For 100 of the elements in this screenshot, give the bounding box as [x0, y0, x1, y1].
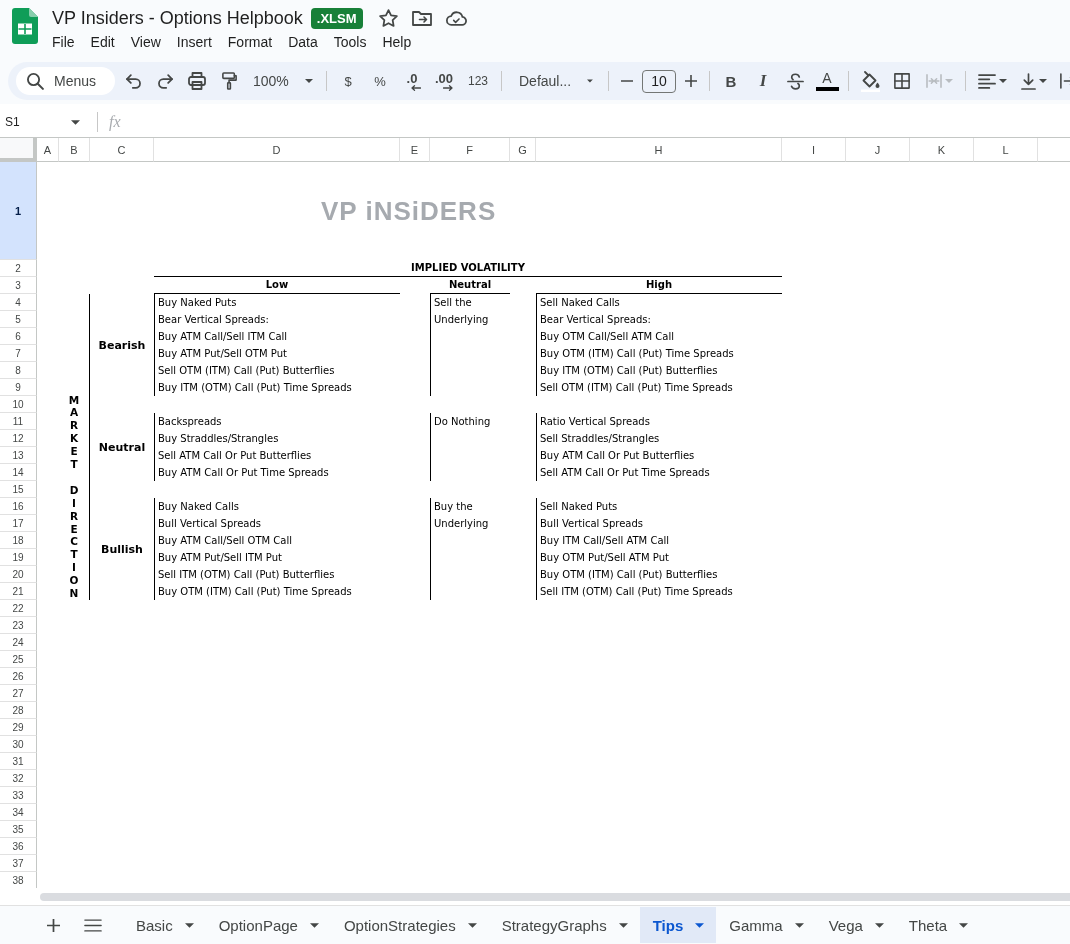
row-header[interactable]: 26 [0, 668, 37, 685]
row-header[interactable]: 33 [0, 787, 37, 804]
menu-item[interactable]: Format [219, 31, 281, 53]
menu-item[interactable]: Insert [168, 31, 220, 53]
strategy-text: Sell ITM (OTM) Call (Put) Butterflies [158, 568, 335, 582]
menu-icon [84, 918, 102, 932]
row-header[interactable]: 1 [0, 162, 37, 260]
cloud-check-icon[interactable] [445, 10, 467, 26]
font-dropdown[interactable]: Defaul... [509, 67, 601, 95]
move-folder-icon[interactable] [411, 10, 432, 26]
plus-icon [46, 918, 60, 932]
row-header[interactable]: 16 [0, 498, 37, 515]
row-header[interactable]: 2 [0, 260, 37, 277]
caret-icon [309, 922, 319, 928]
sheet-tab[interactable]: Tips [639, 907, 717, 943]
column-header[interactable]: G [510, 138, 536, 162]
search-menus-button[interactable]: Menus [16, 67, 115, 95]
row-header[interactable]: 25 [0, 651, 37, 668]
row-header[interactable]: 10 [0, 396, 37, 413]
row-header[interactable]: 21 [0, 583, 37, 600]
column-header[interactable]: F [430, 138, 510, 162]
star-icon[interactable] [378, 9, 398, 27]
direction-label: Bullish [100, 541, 144, 558]
strategy-text: Sell Straddles/Strangles [540, 432, 660, 446]
column-header[interactable]: K [910, 138, 974, 162]
horizontal-scrollbar[interactable] [40, 892, 1070, 901]
row-header[interactable]: 6 [0, 328, 37, 345]
percent-format-button[interactable]: % [366, 67, 394, 95]
menu-item[interactable]: Tools [325, 31, 375, 53]
row-header[interactable]: 7 [0, 345, 37, 362]
italic-button[interactable]: I [749, 67, 777, 95]
caret-icon [467, 922, 477, 928]
row-header[interactable]: 11 [0, 413, 37, 430]
menu-item[interactable]: File [44, 31, 83, 53]
row-header[interactable]: 8 [0, 362, 37, 379]
font-size-field[interactable]: 10 [642, 69, 676, 93]
row-header[interactable]: 4 [0, 294, 37, 311]
sheet-tab[interactable]: StrategyGraphs [488, 907, 640, 943]
row-header[interactable]: 13 [0, 447, 37, 464]
sheet-tab[interactable]: OptionPage [205, 907, 331, 943]
column-header[interactable]: I [782, 138, 846, 162]
row-header[interactable]: 30 [0, 736, 37, 753]
column-header[interactable]: E [400, 138, 430, 162]
row-header[interactable]: 23 [0, 617, 37, 634]
column-header[interactable]: H [536, 138, 782, 162]
column-header[interactable]: J [846, 138, 910, 162]
sheet-tab[interactable]: Theta [895, 907, 981, 943]
row-header[interactable]: 22 [0, 600, 37, 617]
increase-decimal-button[interactable]: .00 [430, 67, 458, 95]
row-header[interactable]: 15 [0, 481, 37, 498]
strategy-text: Sell Naked Puts [540, 500, 618, 514]
column-header[interactable]: L [974, 138, 1038, 162]
row-header[interactable]: 35 [0, 821, 37, 838]
menu-item[interactable]: View [122, 31, 169, 53]
menu-item[interactable]: Data [280, 31, 326, 53]
menu-item[interactable]: Help [374, 31, 420, 53]
column-header[interactable]: D [154, 138, 400, 162]
strategy-text: Buy OTM (ITM) Call (Put) Time Spreads [540, 347, 734, 361]
sheet-tab[interactable]: Gamma [716, 907, 816, 943]
row-header[interactable]: 12 [0, 430, 37, 447]
direction-label: Neutral [97, 439, 147, 456]
row-header[interactable]: 19 [0, 549, 37, 566]
row-header[interactable]: 9 [0, 379, 37, 396]
spreadsheet-logo-icon[interactable] [12, 8, 38, 44]
row-header[interactable]: 29 [0, 719, 37, 736]
text-color-button[interactable]: A [813, 67, 841, 95]
row-header[interactable]: 32 [0, 770, 37, 787]
row-header[interactable]: 31 [0, 753, 37, 770]
row-header[interactable]: 34 [0, 804, 37, 821]
row-header[interactable]: 14 [0, 464, 37, 481]
name-box-field[interactable]: S1 [0, 110, 86, 134]
document-title[interactable]: VP Insiders - Options Helpbook [52, 7, 303, 29]
more-formats-button[interactable]: 123 [462, 67, 494, 95]
zoom-dropdown[interactable]: 100% [247, 67, 319, 95]
sheet-tab[interactable]: Vega [815, 907, 896, 943]
menu-item[interactable]: Edit [82, 31, 123, 53]
row-header[interactable]: 27 [0, 685, 37, 702]
row-header[interactable]: 37 [0, 855, 37, 872]
column-header[interactable]: A [37, 138, 59, 162]
sheet-tab[interactable]: Basic [123, 907, 206, 943]
row-header[interactable]: 17 [0, 515, 37, 532]
row-header[interactable]: 28 [0, 702, 37, 719]
currency-format-button[interactable]: $ [334, 67, 362, 95]
strategy-text: Bull Vertical Spreads [540, 517, 643, 531]
strategy-text: Buy ATM Put/Sell OTM Put [158, 347, 287, 361]
sheet-tab[interactable]: OptionStrategies [330, 907, 489, 943]
row-header[interactable]: 5 [0, 311, 37, 328]
redo-icon [157, 73, 173, 89]
paint-roller-icon [221, 72, 237, 90]
bold-button[interactable]: B [717, 67, 745, 95]
row-header[interactable]: 24 [0, 634, 37, 651]
column-header[interactable]: C [90, 138, 154, 162]
minus-icon [621, 80, 633, 82]
row-header[interactable]: 18 [0, 532, 37, 549]
strategy-text: Bull Vertical Spreads [158, 517, 261, 531]
row-header[interactable]: 3 [0, 277, 37, 294]
column-header[interactable]: B [59, 138, 90, 162]
row-header[interactable]: 20 [0, 566, 37, 583]
decrease-decimal-button[interactable]: .0 [398, 67, 426, 95]
row-header[interactable]: 36 [0, 838, 37, 855]
